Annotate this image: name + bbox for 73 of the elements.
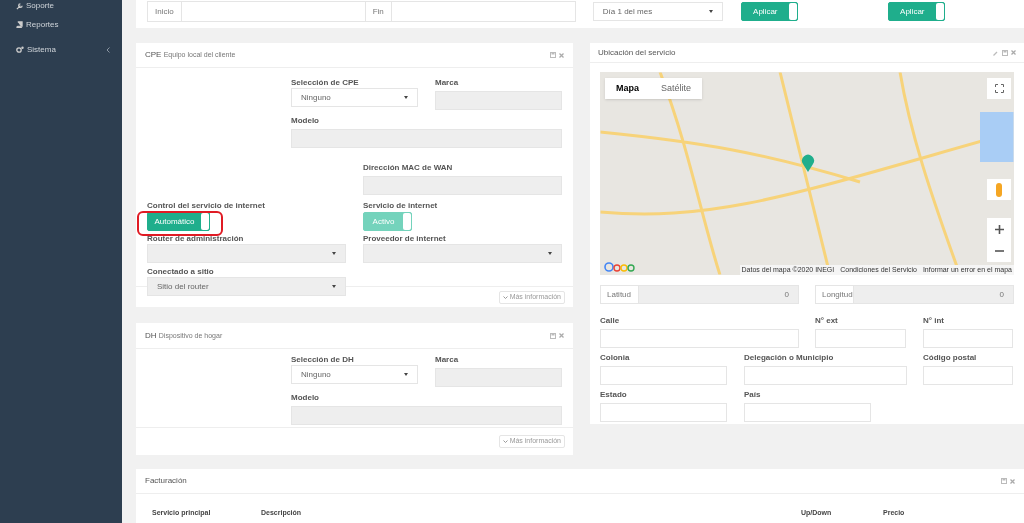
caret-icon: [548, 252, 552, 255]
field-label: País: [744, 390, 761, 400]
select-dropdown[interactable]: [147, 244, 346, 263]
field-label: Conectado a sitio: [147, 267, 214, 277]
input-field[interactable]: [600, 365, 727, 385]
pegman-icon[interactable]: [987, 179, 1011, 200]
caret-icon: [708, 10, 713, 13]
input-field[interactable]: [600, 328, 799, 348]
field-label: Selección de CPE: [291, 78, 359, 88]
caret-icon: [404, 96, 408, 99]
sidebar-item[interactable]: Sistema: [0, 37, 122, 62]
input-field[interactable]: [744, 402, 871, 422]
sidebar-item[interactable]: Soporte: [0, 0, 122, 12]
select-dropdown[interactable]: Ninguno: [291, 365, 418, 384]
save-icon[interactable]: [1001, 478, 1007, 484]
panel-title: Facturación: [145, 475, 187, 487]
field-label: N° ext: [815, 316, 838, 326]
select-dropdown[interactable]: Día 1 del mes: [592, 2, 723, 21]
map-pin-icon: [801, 154, 815, 172]
close-icon[interactable]: [1011, 50, 1016, 55]
select-dropdown[interactable]: Sitio del router: [147, 277, 346, 296]
field-label: Estado: [600, 390, 627, 400]
caret-icon: [332, 252, 336, 255]
field-label: Delegación o Municipio: [744, 353, 834, 363]
field-label: Control del servicio de internet: [147, 201, 265, 211]
save-icon[interactable]: [550, 52, 556, 58]
field-label: Código postal: [923, 353, 977, 363]
map-type-tab[interactable]: Mapa: [605, 78, 650, 99]
select-dropdown[interactable]: [363, 244, 562, 263]
input-field[interactable]: [815, 328, 906, 348]
input-field[interactable]: [363, 175, 562, 195]
input-field[interactable]: [291, 128, 562, 148]
input-field[interactable]: [600, 402, 727, 422]
field-label: Marca: [435, 355, 459, 365]
chevron-down-icon: [502, 440, 508, 443]
field-label: Marca: [435, 78, 459, 88]
save-icon[interactable]: [1002, 49, 1008, 56]
plus-icon: [994, 224, 1004, 234]
fullscreen-icon: [994, 84, 1004, 93]
field-label: Router de administración: [147, 234, 244, 244]
close-icon[interactable]: [1010, 478, 1015, 484]
field-label: Servicio de internet: [363, 201, 438, 211]
close-icon[interactable]: [559, 333, 564, 338]
field-label: Selección de DH: [291, 355, 354, 365]
minus-icon: [994, 250, 1004, 252]
field-label: Modelo: [291, 116, 319, 126]
field-label: Dirección MAC de WAN: [363, 163, 453, 173]
input-field[interactable]: [744, 365, 907, 385]
close-icon[interactable]: [559, 52, 564, 58]
wrench-icon: [16, 2, 23, 10]
chevron-down-icon: [502, 295, 508, 299]
select-dropdown[interactable]: Ninguno: [291, 88, 418, 107]
field-label: Colonia: [600, 353, 630, 363]
field-label: Proveedor de internet: [363, 234, 446, 244]
book-icon: [16, 21, 23, 28]
map-type-tab[interactable]: Satélite: [650, 78, 703, 99]
save-icon[interactable]: [550, 332, 556, 339]
input-field[interactable]: [923, 365, 1013, 385]
field-label: N° int: [923, 316, 944, 326]
fullscreen-button[interactable]: [987, 78, 1011, 99]
input-field[interactable]: [923, 328, 1013, 348]
input-field[interactable]: [291, 405, 562, 425]
sidebar-item[interactable]: Reportes: [0, 12, 122, 37]
input-field[interactable]: [435, 90, 562, 110]
field-label: Calle: [600, 316, 620, 326]
panel-title: Ubicación del servicio: [598, 46, 676, 59]
caret-icon: [332, 285, 336, 288]
input-field[interactable]: [435, 367, 562, 387]
caret-icon: [404, 373, 408, 376]
gears-icon: [16, 46, 24, 53]
wrench-icon[interactable]: [993, 49, 999, 56]
field-label: Modelo: [291, 393, 319, 403]
google-logo: [604, 262, 638, 272]
